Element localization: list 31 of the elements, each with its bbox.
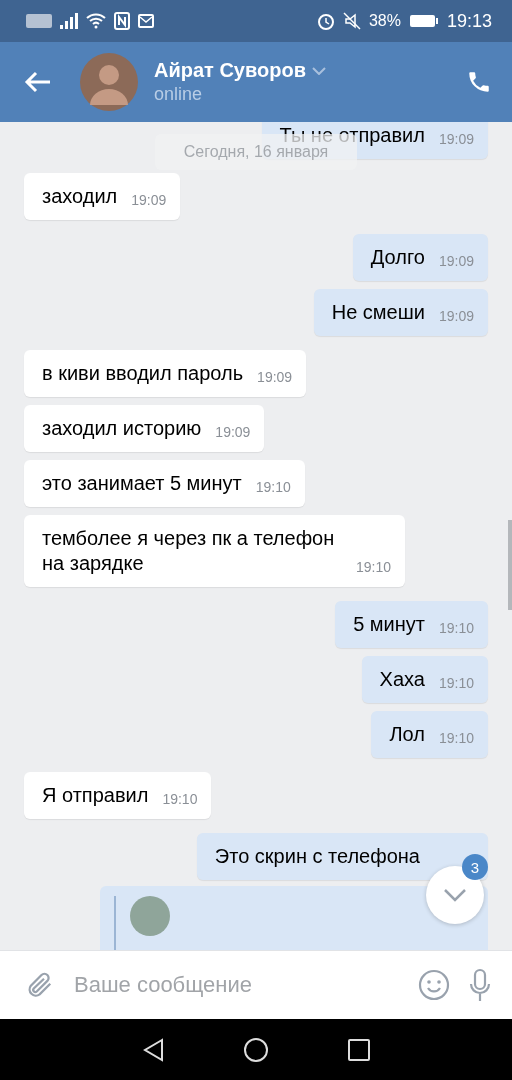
message-time: 19:09 — [215, 424, 251, 440]
message-time: 19:10 — [438, 620, 474, 636]
message-text: в киви вводил пароль — [42, 361, 244, 386]
message-text: Это скрин с телефона — [214, 844, 420, 869]
message-text: заходил историю — [42, 416, 202, 441]
message-time: 19:09 — [438, 131, 474, 147]
message-text: Я отправил — [42, 783, 149, 808]
message-text: это занимает 5 минут — [42, 471, 242, 496]
message-input[interactable]: Ваше сообщение — [72, 971, 400, 999]
online-status: online — [154, 84, 204, 105]
battery-percent: 38% — [368, 12, 401, 30]
message-time: 19:10 — [162, 791, 198, 807]
message-composer[interactable]: Ваше сообщение — [0, 950, 512, 1019]
message-time: 19:09 — [257, 369, 293, 385]
message-text: Долго — [370, 245, 425, 270]
message-time: 19:09 — [131, 192, 167, 208]
message-time: 19:10 — [356, 559, 392, 575]
message-text: 5 минут — [353, 612, 425, 637]
message-time: 19:10 — [255, 479, 291, 495]
message-time: 19:09 — [438, 253, 474, 269]
clock-time: 19:13 — [446, 10, 492, 32]
message-text: Ты не отправил — [279, 123, 425, 148]
message-text: заходил — [42, 184, 118, 209]
message-time: 19:10 — [438, 730, 474, 746]
message-time: 19:10 — [438, 675, 474, 691]
message-text: Хаха — [379, 667, 425, 692]
message-text: Не смеши — [331, 300, 425, 325]
message-time: 19:09 — [438, 308, 474, 324]
message-text: темболее я через пк а телефон на зарядке — [42, 526, 336, 576]
contact-name[interactable]: Айрат Суворов — [154, 59, 466, 82]
message-text: Лол — [389, 722, 425, 747]
